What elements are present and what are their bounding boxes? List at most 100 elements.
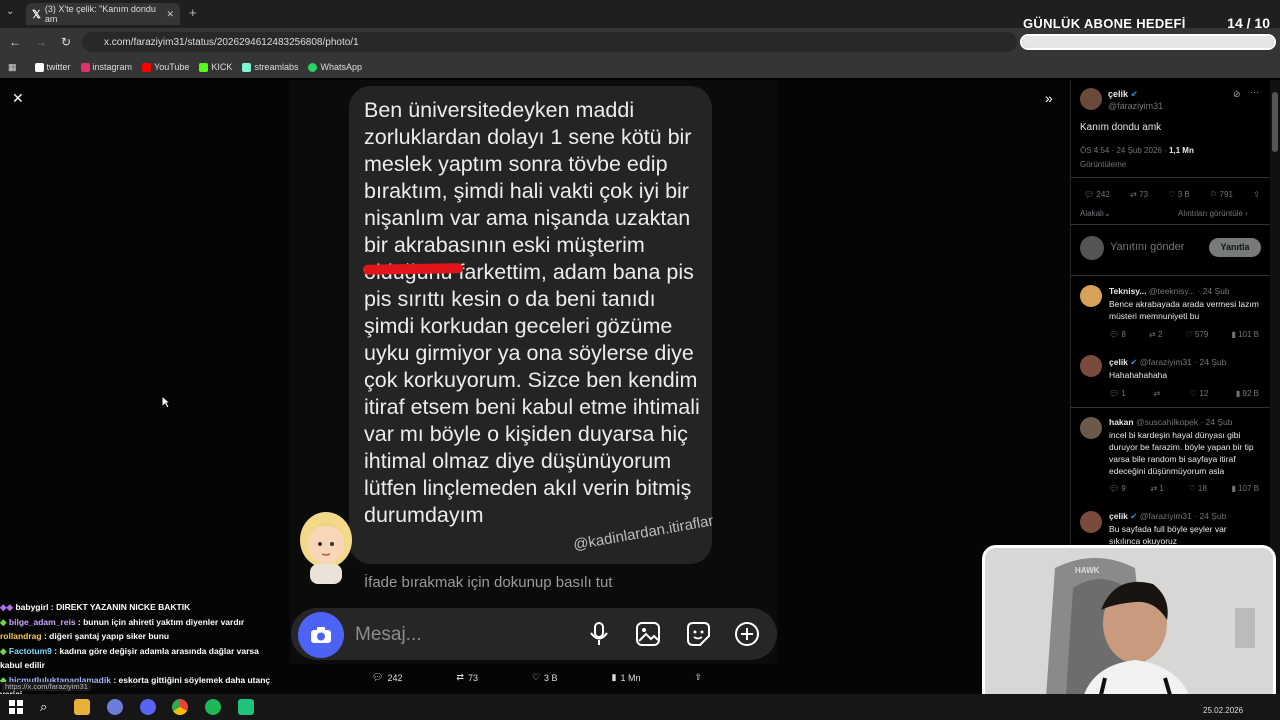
repost-button[interactable]: ⇄ 2 bbox=[1149, 330, 1162, 339]
scrollbar-thumb[interactable] bbox=[1272, 92, 1278, 152]
like-button[interactable]: ♡ 579 bbox=[1186, 330, 1209, 339]
views-button[interactable]: ▮ 107 B bbox=[1231, 484, 1259, 493]
verified-icon: ✔ bbox=[1130, 511, 1138, 521]
views-button[interactable]: ▮ 92 B bbox=[1236, 389, 1259, 398]
repost-count-button[interactable]: ⇄ 73 bbox=[456, 672, 478, 683]
browser-tab[interactable]: 𝕏 (3) X'te çelik: "Kanım dondu am ✕ bbox=[26, 3, 180, 25]
spotify-icon[interactable] bbox=[205, 699, 221, 715]
repost-button[interactable]: ⇄ 1 bbox=[1150, 484, 1163, 493]
post-timestamp: ÖS 4:54 · 24 Şub 2026 · 1,1 Mn bbox=[1080, 146, 1194, 155]
avatar[interactable] bbox=[1080, 511, 1102, 533]
divider bbox=[1071, 177, 1270, 178]
url-input[interactable]: x.com/faraziyim31/status/202629461248325… bbox=[82, 32, 1017, 52]
avatar[interactable] bbox=[1080, 285, 1102, 307]
censor-line bbox=[362, 263, 464, 275]
sticker-icon[interactable] bbox=[684, 620, 712, 648]
chat-message: ◆ Factotum9 : kadına göre değişir adamla… bbox=[0, 645, 259, 671]
bookmark-whatsapp[interactable]: WhatsApp bbox=[308, 62, 362, 72]
reply-button[interactable]: 💬︎ 9 bbox=[1109, 484, 1126, 493]
reply-actions: 💬︎ 1 ⇄ ♡ 12 ▮ 92 B bbox=[1109, 389, 1259, 398]
goal-count: 14 / 10 bbox=[1227, 15, 1270, 31]
share-icon[interactable]: ⇪ bbox=[1253, 190, 1260, 199]
file-explorer-icon[interactable] bbox=[74, 699, 90, 715]
verified-icon: ✔ bbox=[1130, 357, 1138, 367]
relevant-sort[interactable]: Alakalı⌄ bbox=[1080, 208, 1111, 220]
reply-text: Bence akrabayada arada vermesi lazım müs… bbox=[1109, 299, 1259, 321]
add-icon[interactable] bbox=[733, 620, 761, 648]
reply-button[interactable]: 💬︎ 8 bbox=[1109, 330, 1126, 339]
camera-icon[interactable] bbox=[298, 612, 344, 658]
chat-message: rollandrag : diğeri şantaj yapıp siker b… bbox=[0, 631, 170, 641]
url-text: x.com/faraziyim31/status/202629461248325… bbox=[104, 36, 359, 48]
repost-icon: ⇄ bbox=[456, 672, 464, 682]
kick-icon bbox=[199, 62, 209, 72]
post-handle[interactable]: @faraziyim31 bbox=[1108, 100, 1163, 112]
reply-submit-button[interactable]: Yanıtla bbox=[1209, 238, 1261, 257]
app-icon[interactable] bbox=[107, 699, 123, 715]
views-count-button[interactable]: ▮ 1 Mn bbox=[611, 672, 640, 683]
bookmark-instagram[interactable]: instagram bbox=[80, 62, 132, 72]
apps-grid-icon[interactable]: ▦ bbox=[8, 62, 17, 73]
tab-close-icon[interactable]: ✕ bbox=[166, 9, 174, 20]
avatar[interactable] bbox=[1080, 88, 1102, 110]
reply-input[interactable]: Yanıtını gönder bbox=[1110, 241, 1184, 253]
post-text: Kanım dondu amk bbox=[1080, 122, 1162, 133]
reply-header: çelik ✔ @faraziyim31 · 24 Şub bbox=[1109, 511, 1227, 521]
reply-text: Bu sayfada full böyle şeyler var sıkılın… bbox=[1109, 524, 1227, 546]
close-viewer-icon[interactable]: ✕ bbox=[12, 90, 24, 107]
photo-stats-bar: 💬︎ 242 ⇄ 73 ♡ 3 B ▮ 1 Mn ⇪ bbox=[372, 672, 702, 683]
tab-search-icon[interactable]: ⌄ bbox=[6, 6, 14, 17]
bookmark-streamlabs[interactable]: streamlabs bbox=[242, 62, 298, 72]
emoji-avatar bbox=[300, 512, 352, 584]
avatar[interactable] bbox=[1080, 355, 1102, 377]
reply-button[interactable]: 💬︎ 1 bbox=[1109, 389, 1126, 398]
share-button[interactable]: ⇪ bbox=[694, 672, 702, 683]
reply-button[interactable]: 💬︎ 242 bbox=[1084, 190, 1110, 199]
post-actions: 💬︎ 242 ⇄ 73 ♡ 3 B ⚐ 791 ⇪ bbox=[1084, 190, 1260, 199]
taskbar-date: 25.02.2026 bbox=[1203, 706, 1244, 715]
views-button[interactable]: ▮ 101 B bbox=[1231, 330, 1259, 339]
avatar bbox=[1080, 236, 1104, 260]
forward-icon[interactable]: → bbox=[35, 35, 47, 49]
bookmark-kick[interactable]: KICK bbox=[199, 62, 232, 72]
subscriber-goal-widget: GÜNLÜK ABONE HEDEFİ 14 / 10 bbox=[1018, 14, 1278, 54]
bookmark-button[interactable]: ⚐ 791 bbox=[1210, 190, 1233, 199]
webcam-image bbox=[985, 548, 1273, 706]
like-button[interactable]: ♡ 12 bbox=[1190, 389, 1208, 398]
instagram-icon bbox=[80, 62, 90, 72]
reload-icon[interactable]: ↻ bbox=[61, 35, 71, 49]
repost-button[interactable]: ⇄ bbox=[1153, 389, 1162, 398]
reply-text: incel bi kardeşin hayal dünyası gibi dur… bbox=[1109, 430, 1254, 476]
windows-start-icon[interactable] bbox=[8, 699, 24, 715]
x-logo-icon: 𝕏 bbox=[32, 8, 41, 21]
repost-button[interactable]: ⇄ 73 bbox=[1130, 190, 1148, 199]
like-button[interactable]: ♡ 3 B bbox=[1168, 190, 1189, 199]
streamlabs-icon[interactable] bbox=[238, 699, 254, 715]
chat-badge-icon: ◆ bbox=[0, 645, 7, 656]
bookmark-twitter[interactable]: twitter bbox=[34, 62, 71, 72]
expand-sidebar-icon[interactable]: » bbox=[1045, 90, 1053, 106]
chrome-icon[interactable] bbox=[172, 699, 188, 715]
view-quotes-link[interactable]: Alıntıları görüntüle › bbox=[1178, 208, 1248, 220]
divider bbox=[1071, 275, 1270, 276]
microphone-icon[interactable] bbox=[585, 620, 613, 648]
avatar[interactable] bbox=[1080, 417, 1102, 439]
bookmark-youtube[interactable]: YouTube bbox=[142, 62, 189, 72]
grok-icon[interactable]: ⊘ bbox=[1233, 88, 1241, 100]
like-count-button[interactable]: ♡ 3 B bbox=[532, 672, 558, 683]
discord-icon[interactable] bbox=[140, 699, 156, 715]
gallery-icon[interactable] bbox=[634, 620, 662, 648]
webcam-feed: HAWK bbox=[982, 545, 1276, 709]
more-icon[interactable]: ··· bbox=[1250, 86, 1259, 98]
post-author[interactable]: çelik ✔ bbox=[1108, 88, 1138, 100]
like-button[interactable]: ♡ 18 bbox=[1189, 484, 1207, 493]
search-icon[interactable]: ⌕ bbox=[40, 699, 56, 715]
message-placeholder: Mesaj... bbox=[355, 624, 422, 645]
chat-message: ◆ bilge_adam_reis : bunun için ahireti y… bbox=[0, 616, 245, 627]
back-icon[interactable]: ← bbox=[9, 35, 21, 49]
reply-count-button[interactable]: 💬︎ 242 bbox=[372, 672, 402, 683]
views-label: Görüntüleme bbox=[1080, 160, 1127, 169]
reply-actions: 💬︎ 9 ⇄ 1 ♡ 18 ▮ 107 B bbox=[1109, 484, 1259, 493]
new-tab-icon[interactable]: + bbox=[189, 5, 197, 20]
goal-title: GÜNLÜK ABONE HEDEFİ bbox=[1023, 16, 1186, 31]
